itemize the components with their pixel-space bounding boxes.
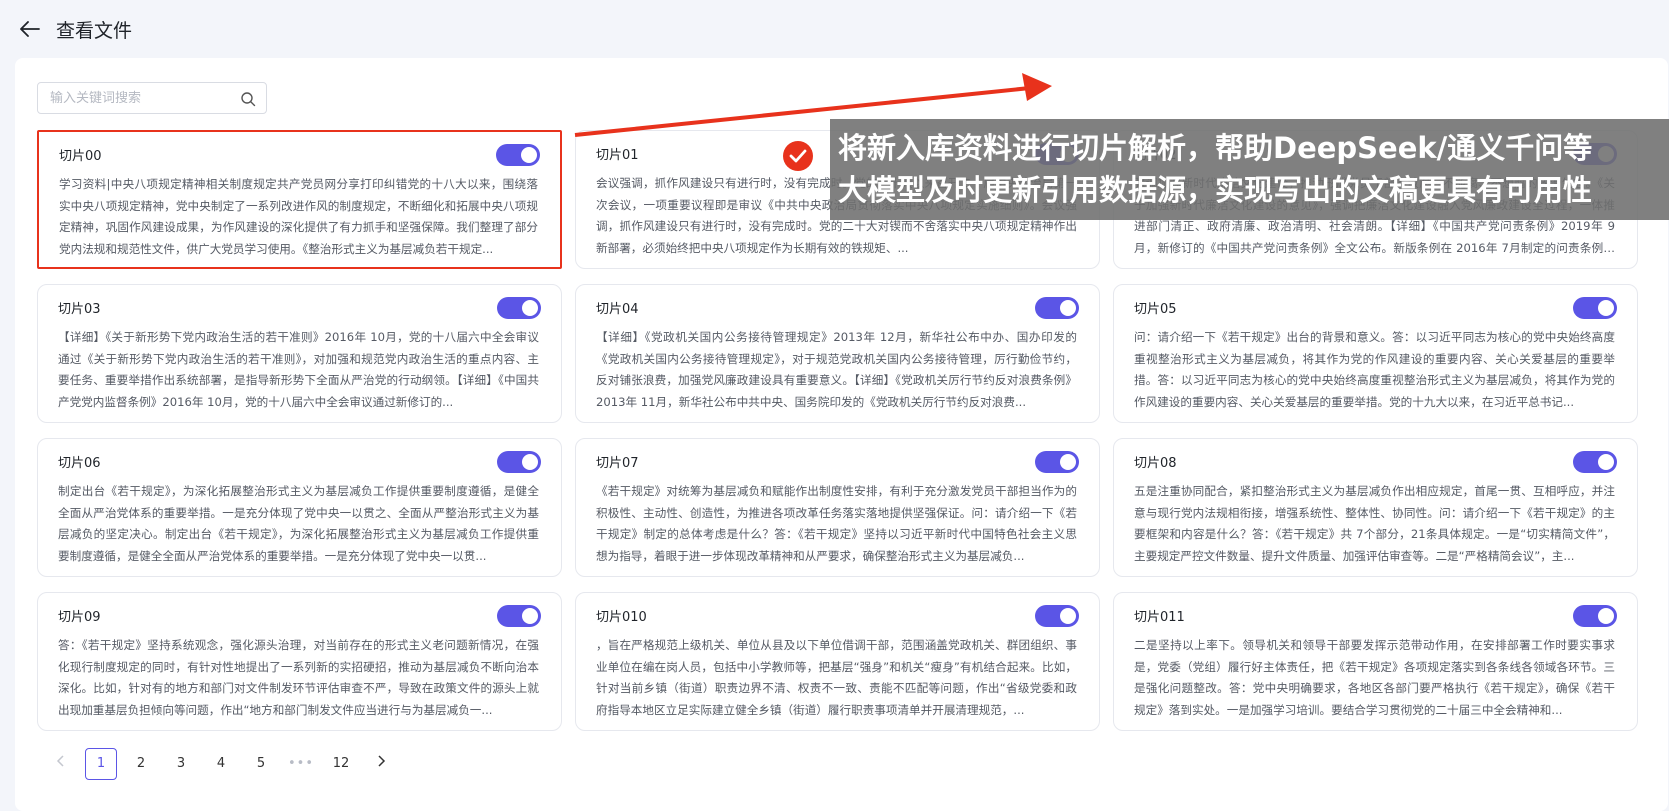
- slice-card[interactable]: 切片08 五是注重协同配合，紧扣整治形式主义为基层减负作出相应规定，首尾一贯、互相…: [1113, 438, 1638, 577]
- slice-enable-toggle[interactable]: [1035, 297, 1079, 319]
- slice-card-title: 切片09: [58, 610, 101, 625]
- slice-card-text: 【详细】《党政机关国内公务接待管理规定》2013年 12月，新华社公布中办、国办…: [596, 330, 1077, 409]
- check-icon: [783, 141, 813, 171]
- slice-card-title: 切片04: [596, 302, 639, 317]
- search-input[interactable]: [38, 83, 228, 113]
- chevron-right-icon[interactable]: [365, 748, 397, 780]
- slice-enable-toggle[interactable]: [497, 605, 541, 627]
- slice-card[interactable]: 切片04 【详细】《党政机关国内公务接待管理规定》2013年 12月，新华社公布中…: [575, 284, 1100, 423]
- toggle-knob: [1060, 300, 1076, 316]
- slice-card[interactable]: 切片00 学习资料|中央八项规定精神相关制度规定共产党员网分享打印纠错党的十八大以…: [37, 130, 562, 269]
- annotation-caption-line-2: 大模型及时更新引用数据源，实现写出的文稿更具有可用性: [838, 173, 1593, 207]
- toggle-knob: [521, 147, 537, 163]
- chevron-left-icon[interactable]: [45, 748, 77, 780]
- search-icon[interactable]: [240, 91, 256, 107]
- slice-card-text: 学习资料|中央八项规定精神相关制度规定共产党员网分享打印纠错党的十八大以来，围绕…: [59, 177, 538, 256]
- toggle-knob: [1598, 454, 1614, 470]
- slice-card[interactable]: 切片011 二是坚持以上率下。领导机关和领导干部要发挥示范带动作用，在安排部署工作…: [1113, 592, 1638, 731]
- page-button-1[interactable]: 1: [85, 748, 117, 780]
- annotation-caption-line-1: 将新入库资料进行切片解析，帮助DeepSeek/通义千问等: [838, 131, 1593, 165]
- slice-card[interactable]: 切片03 【详细】《关于新形势下党内政治生活的若干准则》2016年 10月，党的十…: [37, 284, 562, 423]
- slice-card[interactable]: 切片06 制定出台《若干规定》，为深化拓展整治形式主义为基层减负工作提供重要制度遵…: [37, 438, 562, 577]
- search-box: [37, 82, 267, 114]
- slice-card-text: 《若干规定》对统筹为基层减负和赋能作出制度性安排，有利于充分激发党员干部担当作为…: [596, 484, 1077, 563]
- slice-enable-toggle[interactable]: [1035, 451, 1079, 473]
- slice-card-title: 切片06: [58, 456, 101, 471]
- slice-card-text: 答：《若干规定》坚持系统观念，强化源头治理，对当前存在的形式主义老问题新情况，在…: [58, 638, 539, 717]
- slice-enable-toggle[interactable]: [497, 297, 541, 319]
- page-button-5[interactable]: 5: [245, 748, 277, 780]
- toggle-knob: [522, 454, 538, 470]
- toggle-knob: [522, 608, 538, 624]
- annotation-caption: 将新入库资料进行切片解析，帮助DeepSeek/通义千问等 大模型及时更新引用数…: [830, 119, 1669, 220]
- slice-enable-toggle[interactable]: [1035, 605, 1079, 627]
- slice-card-text: 二是坚持以上率下。领导机关和领导干部要发挥示范带动作用，在安排部署工作时要实事求…: [1134, 638, 1615, 717]
- slice-card-title: 切片011: [1134, 610, 1185, 625]
- pagination: 1 2 3 4 5 ••• 12: [45, 748, 405, 780]
- toggle-knob: [1598, 608, 1614, 624]
- slice-card-text: 五是注重协同配合，紧扣整治形式主义为基层减负作出相应规定，首尾一贯、互相呼应，并…: [1134, 484, 1615, 563]
- slice-card-title: 切片010: [596, 610, 647, 625]
- slice-card-text: ，旨在严格规范上级机关、单位从县及以下单位借调干部，范围涵盖党政机关、群团组织、…: [596, 638, 1077, 717]
- toggle-knob: [1598, 300, 1614, 316]
- slice-card-text: 问：请介绍一下《若干规定》出台的背景和意义。答：以习近平同志为核心的党中央始终高…: [1134, 330, 1615, 409]
- toggle-knob: [522, 300, 538, 316]
- toggle-knob: [1060, 608, 1076, 624]
- page-button-3[interactable]: 3: [165, 748, 197, 780]
- slice-card-title: 切片05: [1134, 302, 1177, 317]
- page-button-4[interactable]: 4: [205, 748, 237, 780]
- arrow-left-icon[interactable]: [18, 17, 42, 41]
- page-title: 查看文件: [56, 19, 133, 42]
- page-ellipsis[interactable]: •••: [285, 748, 317, 780]
- slice-card[interactable]: 切片09 答：《若干规定》坚持系统观念，强化源头治理，对当前存在的形式主义老问题新…: [37, 592, 562, 731]
- slice-enable-toggle[interactable]: [1573, 297, 1617, 319]
- page-header: 查看文件: [0, 0, 1669, 58]
- page-button-last[interactable]: 12: [325, 748, 357, 780]
- slice-enable-toggle[interactable]: [496, 144, 540, 166]
- slice-enable-toggle[interactable]: [1573, 605, 1617, 627]
- slice-card-text: 【详细】《关于新形势下党内政治生活的若干准则》2016年 10月，党的十八届六中…: [58, 330, 539, 409]
- page-button-2[interactable]: 2: [125, 748, 157, 780]
- slice-card-title: 切片03: [58, 302, 101, 317]
- slice-card[interactable]: 切片010 ，旨在严格规范上级机关、单位从县及以下单位借调干部，范围涵盖党政机关、…: [575, 592, 1100, 731]
- toggle-knob: [1060, 454, 1076, 470]
- slice-card-title: 切片07: [596, 456, 639, 471]
- slice-enable-toggle[interactable]: [1573, 451, 1617, 473]
- slice-card[interactable]: 切片07 《若干规定》对统筹为基层减负和赋能作出制度性安排，有利于充分激发党员干部…: [575, 438, 1100, 577]
- slice-card-text: 制定出台《若干规定》，为深化拓展整治形式主义为基层减负工作提供重要制度遵循，是健…: [58, 484, 539, 563]
- slice-card-title: 切片00: [59, 149, 102, 164]
- slice-card[interactable]: 切片05 问：请介绍一下《若干规定》出台的背景和意义。答：以习近平同志为核心的党中…: [1113, 284, 1638, 423]
- slice-enable-toggle[interactable]: [497, 451, 541, 473]
- slice-card-title: 切片08: [1134, 456, 1177, 471]
